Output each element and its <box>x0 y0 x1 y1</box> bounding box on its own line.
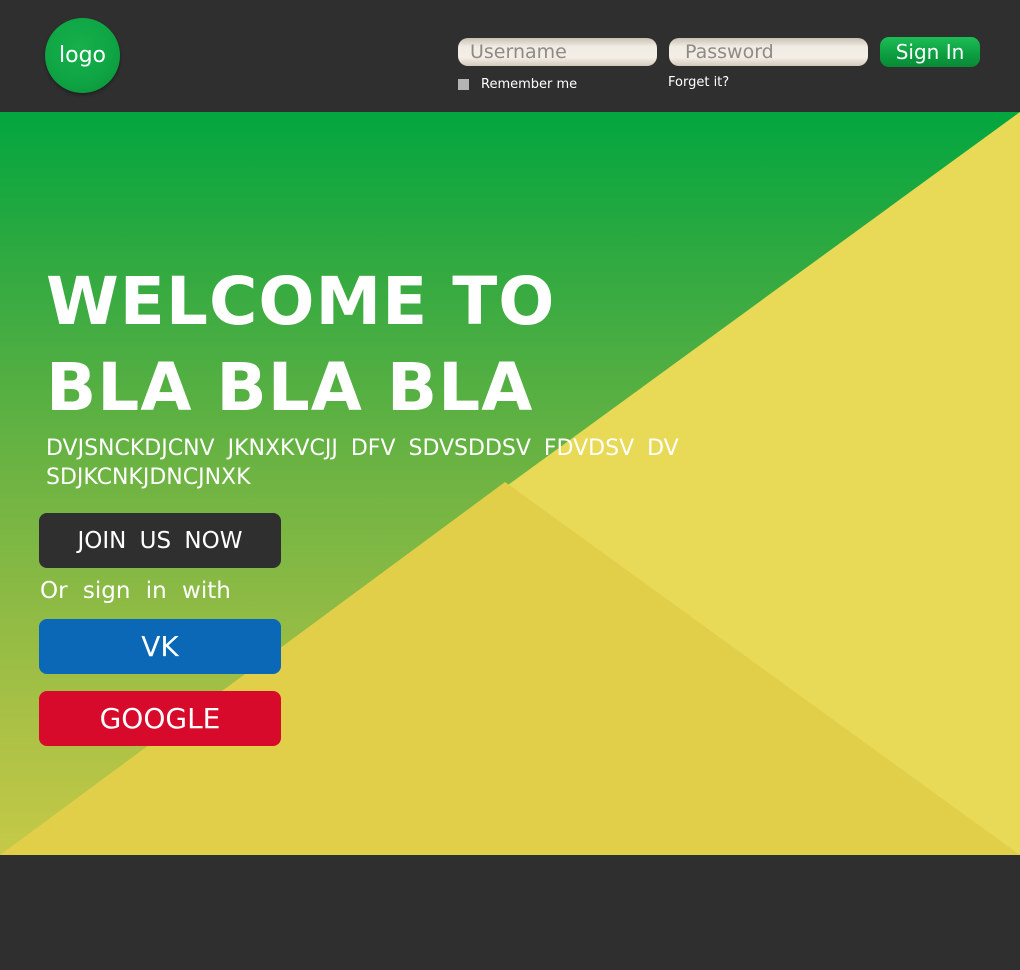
hero-subtitle: DVJSNCKDJCNV JKNXKVCJJ DFV SDVSDDSV FDVD… <box>46 436 679 490</box>
remember-me-checkbox[interactable] <box>458 79 469 90</box>
remember-me[interactable]: Remember me <box>458 77 577 92</box>
join-us-button[interactable]: JOIN US NOW <box>39 513 281 568</box>
page-title: WELCOME TO BLA BLA BLA <box>46 259 555 431</box>
top-bar: logo Sign In Remember me Forget it? <box>0 0 1020 112</box>
social-signin-label: Or sign in with <box>40 578 231 604</box>
google-signin-button[interactable]: GOOGLE <box>39 691 281 746</box>
hero-section: WELCOME TO BLA BLA BLA DVJSNCKDJCNV JKNX… <box>0 112 1020 855</box>
sign-in-button[interactable]: Sign In <box>880 37 980 67</box>
forgot-password-link[interactable]: Forget it? <box>668 75 729 90</box>
remember-me-label: Remember me <box>481 77 578 92</box>
username-input[interactable] <box>458 38 657 66</box>
title-line-1: WELCOME TO <box>46 263 556 340</box>
password-input[interactable] <box>669 38 868 66</box>
vk-signin-button[interactable]: VK <box>39 619 281 674</box>
logo[interactable]: logo <box>45 18 120 93</box>
footer <box>0 855 1020 970</box>
title-line-2: BLA BLA BLA <box>46 349 534 426</box>
